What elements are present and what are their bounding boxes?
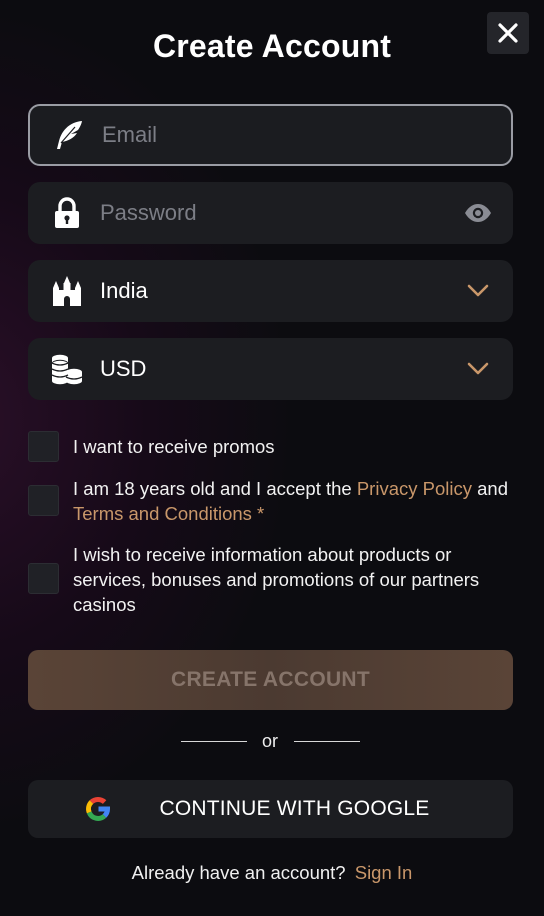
- page-title: Create Account: [152, 28, 392, 64]
- country-select[interactable]: India: [28, 260, 513, 322]
- age-terms-text: I am 18 years old and I accept the: [73, 478, 357, 499]
- age-terms-label: I am 18 years old and I accept the Priva…: [73, 476, 518, 526]
- google-signin-button[interactable]: CONTINUE WITH GOOGLE: [28, 780, 513, 838]
- chevron-down-icon: [463, 276, 493, 306]
- partners-label: I wish to receive information about prod…: [73, 544, 480, 615]
- privacy-policy-link[interactable]: Privacy Policy: [357, 478, 472, 499]
- currency-value: USD: [100, 356, 147, 381]
- divider-right: [294, 741, 360, 742]
- signin-link[interactable]: Sign In: [355, 862, 413, 883]
- coins-icon: [50, 352, 84, 386]
- google-button-label: CONTINUE WITH GOOGLE: [159, 797, 430, 820]
- castle-icon: [50, 274, 84, 308]
- age-terms-checkbox[interactable]: [28, 485, 59, 516]
- password-input[interactable]: [100, 182, 453, 244]
- feather-icon: [52, 118, 86, 152]
- partners-checkbox[interactable]: [28, 563, 59, 594]
- create-account-button[interactable]: CREATE ACCOUNT: [28, 650, 513, 710]
- email-input[interactable]: [102, 106, 451, 164]
- lock-icon: [50, 196, 84, 230]
- divider-left: [181, 741, 247, 742]
- age-terms-and-text: and: [471, 478, 508, 499]
- promos-checkbox[interactable]: [28, 431, 59, 462]
- email-field[interactable]: [28, 104, 513, 166]
- chevron-down-icon: [463, 354, 493, 384]
- country-value: India: [100, 278, 148, 303]
- signin-prompt: Already have an account? Sign In: [0, 862, 544, 884]
- or-label: or: [261, 731, 278, 751]
- currency-select[interactable]: USD: [28, 338, 513, 400]
- signin-prompt-text: Already have an account?: [131, 862, 346, 883]
- password-field[interactable]: [28, 182, 513, 244]
- promos-label: I want to receive promos: [73, 436, 275, 457]
- eye-icon[interactable]: [463, 198, 493, 228]
- close-icon: [498, 23, 518, 43]
- close-button[interactable]: [487, 12, 529, 54]
- terms-link[interactable]: Terms and Conditions *: [73, 503, 264, 524]
